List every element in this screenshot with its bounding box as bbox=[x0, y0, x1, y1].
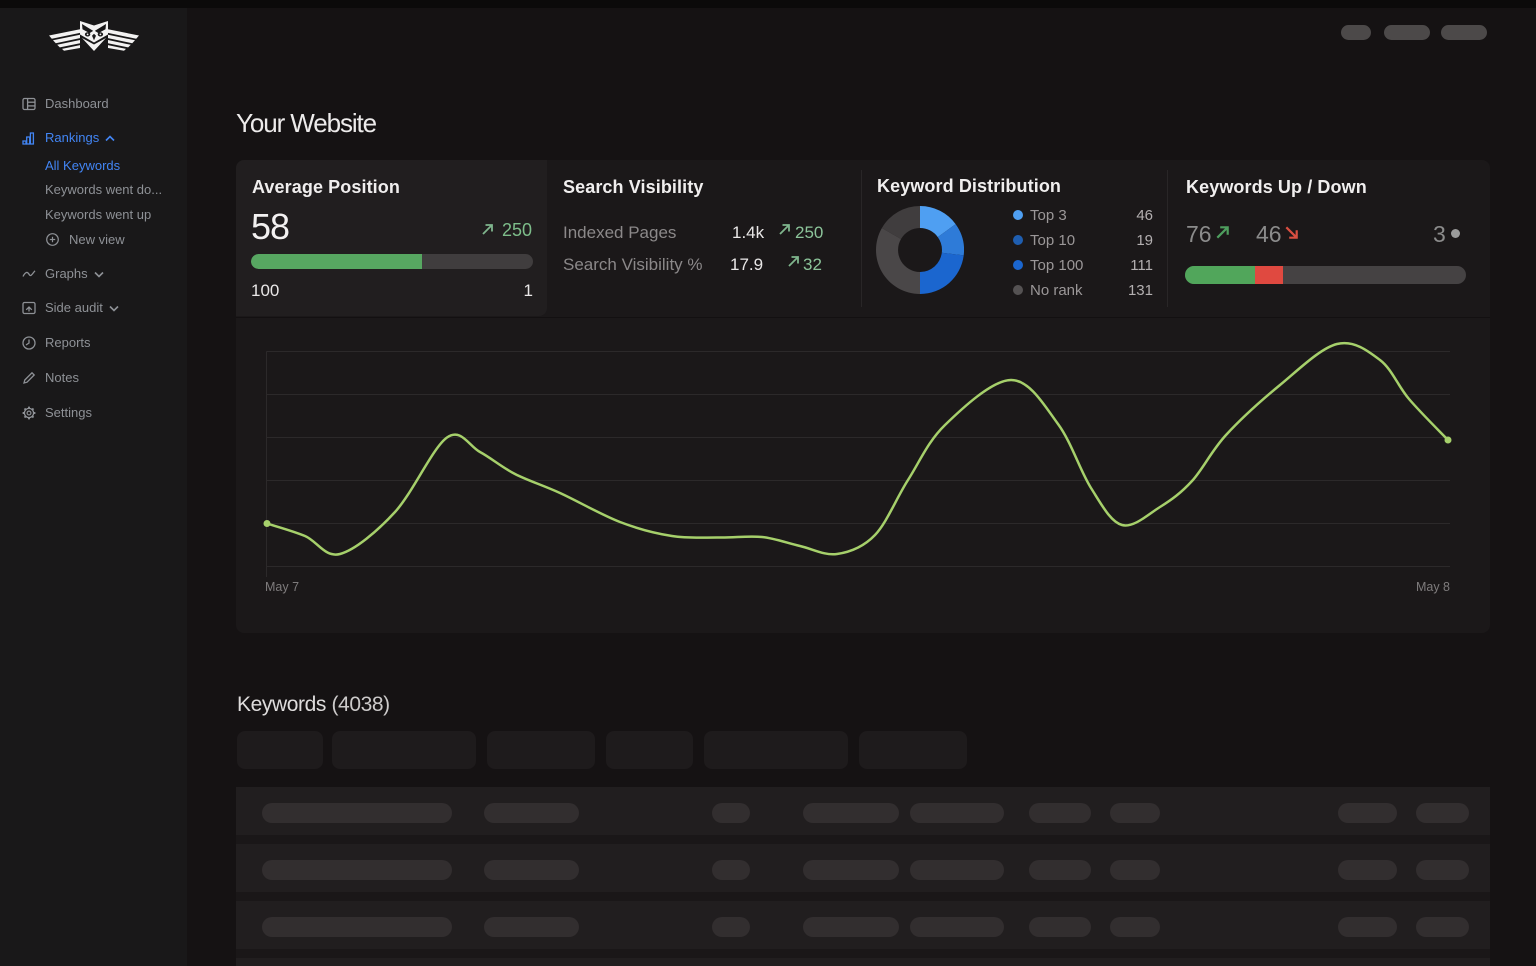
svg-text:May 8: May 8 bbox=[1416, 580, 1450, 594]
svg-text:May 7: May 7 bbox=[265, 580, 299, 594]
